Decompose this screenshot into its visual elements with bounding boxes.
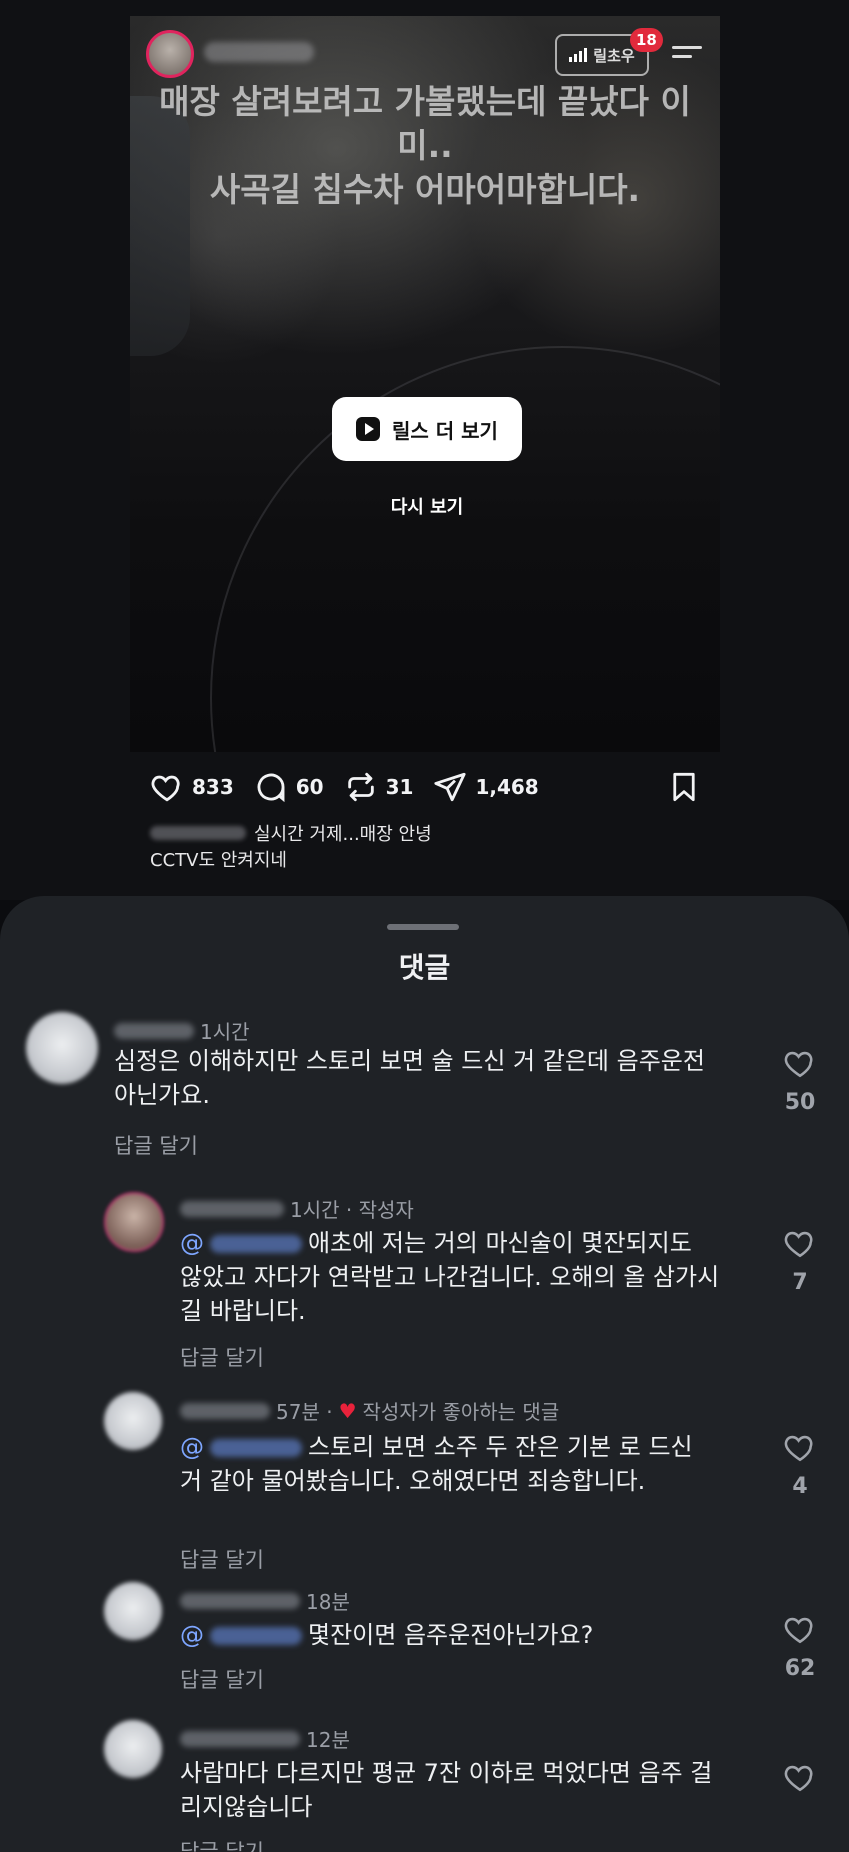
mention-blurred[interactable] — [210, 1439, 302, 1457]
drag-handle[interactable] — [387, 924, 459, 930]
replay-button[interactable]: 다시 보기 — [332, 493, 522, 519]
comment-time: 12분 — [306, 1728, 350, 1752]
comment-meta: 57분 · ♥ 작성자가 좋아하는 댓글 — [180, 1396, 559, 1425]
comment-time: 1시간 · 작성자 — [290, 1198, 414, 1222]
more-reels-label: 릴스 더 보기 — [392, 418, 498, 443]
comment-meta: 1시간 · 작성자 — [180, 1194, 414, 1223]
like-count: 833 — [192, 775, 234, 799]
avatar[interactable] — [104, 1720, 162, 1778]
comment-text: @ 애초에 저는 거의 마신술이 몇잔되지도 않았고 자다가 연락받고 나간겁니다… — [180, 1226, 720, 1328]
author-liked-heart-icon: ♥ — [338, 1398, 357, 1423]
comment-like[interactable] — [770, 1760, 830, 1798]
comment-meta: 12분 — [180, 1724, 350, 1753]
repost-action[interactable]: 31 — [344, 770, 414, 804]
author-name-blurred[interactable] — [204, 42, 314, 62]
avatar[interactable] — [26, 1012, 98, 1084]
mention[interactable]: @ — [180, 1621, 204, 1649]
like-action[interactable]: 833 — [150, 770, 234, 804]
bookmark-icon[interactable] — [670, 772, 698, 802]
comment-time: 1시간 — [200, 1020, 250, 1044]
avatar[interactable] — [104, 1582, 162, 1640]
caption-username-blurred[interactable] — [150, 826, 246, 840]
comment-like[interactable]: 4 — [770, 1430, 830, 1499]
share-count: 1,468 — [475, 775, 539, 799]
author-avatar[interactable] — [104, 1192, 164, 1252]
heart-icon — [784, 1617, 813, 1644]
post-caption: 실시간 거제...매장 안녕 — [150, 820, 432, 846]
comment-time: 57분 · — [276, 1400, 333, 1424]
username-blurred[interactable] — [180, 1200, 284, 1217]
notification-badge: 18 — [630, 28, 663, 52]
comment-text: @ 몇잔이면 음주운전아닌가요? — [180, 1618, 720, 1652]
comment-like[interactable]: 50 — [770, 1046, 830, 1115]
username-blurred[interactable] — [114, 1022, 194, 1039]
comment-meta: 18분 — [180, 1586, 350, 1615]
reply-button[interactable]: 답글 달기 — [180, 1342, 264, 1372]
story-overlay-caption: 매장 살려보려고 가볼랬는데 끝났다 이미.. 사곡길 침수차 어마어마합니다. — [159, 82, 691, 209]
share-action[interactable]: 1,468 — [433, 770, 539, 804]
comment-like-count: 4 — [792, 1474, 808, 1499]
comment-body: 몇잔이면 음주운전아닌가요? — [308, 1621, 594, 1649]
heart-icon — [784, 1051, 813, 1078]
mention[interactable]: @ — [180, 1433, 204, 1461]
comment-time: 18분 — [306, 1590, 350, 1614]
action-bar: 833 60 31 1,468 — [150, 765, 710, 809]
username-blurred[interactable] — [180, 1730, 300, 1747]
comment-icon — [257, 773, 285, 803]
comment-text: 사람마다 다르지만 평균 7잔 이하로 먹었다면 음주 걸리지않습니다 — [180, 1759, 713, 1821]
status-chip-label: 릴초우 — [593, 46, 635, 65]
comment-like[interactable]: 7 — [770, 1226, 830, 1295]
reply-button[interactable]: 답글 달기 — [180, 1544, 264, 1574]
menu-icon[interactable] — [672, 46, 702, 60]
author-liked-tag: 작성자가 좋아하는 댓글 — [362, 1400, 560, 1424]
reply-button[interactable]: 답글 달기 — [114, 1130, 198, 1160]
mention[interactable]: @ — [180, 1229, 204, 1257]
play-icon — [356, 417, 381, 441]
heart-icon — [784, 1231, 813, 1258]
comments-sheet: 댓글 1시간 심정은 이해하지만 스토리 보면 술 드신 거 같은데 음주운전 … — [0, 896, 849, 1852]
comment-like-count: 7 — [792, 1270, 808, 1295]
comment-text: 심정은 이해하지만 스토리 보면 술 드신 거 같은데 음주운전 아닌가요. — [114, 1047, 705, 1109]
more-reels-button[interactable]: 릴스 더 보기 — [332, 397, 522, 461]
reply-button[interactable]: 답글 달기 — [180, 1664, 264, 1694]
send-icon — [434, 772, 467, 802]
caption-text-1: 실시간 거제...매장 안녕 — [254, 824, 432, 845]
comment-like[interactable]: 62 — [770, 1612, 830, 1681]
heart-icon — [784, 1435, 813, 1462]
comment-like-count: 62 — [784, 1656, 816, 1681]
comment-like-count: 50 — [784, 1090, 816, 1115]
comment-action[interactable]: 60 — [254, 770, 324, 804]
reel-area: 릴초우 18 매장 살려보려고 가볼랬는데 끝났다 이미.. 사곡길 침수차 어… — [0, 0, 849, 900]
avatar[interactable] — [104, 1392, 162, 1450]
repost-icon — [347, 772, 374, 802]
reply-button[interactable]: 답글 달기 — [180, 1836, 264, 1852]
sheet-title: 댓글 — [398, 951, 451, 984]
comment-meta: 1시간 — [114, 1016, 250, 1045]
username-blurred[interactable] — [180, 1592, 300, 1609]
heart-icon — [784, 1765, 813, 1792]
comment-text: @ 스토리 보면 소주 두 잔은 기본 로 드신 거 같아 물어봤습니다. 오해였… — [180, 1430, 720, 1498]
author-avatar[interactable] — [146, 30, 194, 78]
comment-count: 60 — [295, 775, 324, 799]
signal-icon — [569, 48, 588, 62]
caption-text-2: CCTV도 안켜지네 — [150, 850, 287, 871]
mention-blurred[interactable] — [210, 1235, 302, 1253]
heart-icon — [151, 775, 180, 802]
repost-count: 31 — [385, 775, 414, 799]
mention-blurred[interactable] — [210, 1627, 302, 1645]
username-blurred[interactable] — [180, 1402, 270, 1419]
